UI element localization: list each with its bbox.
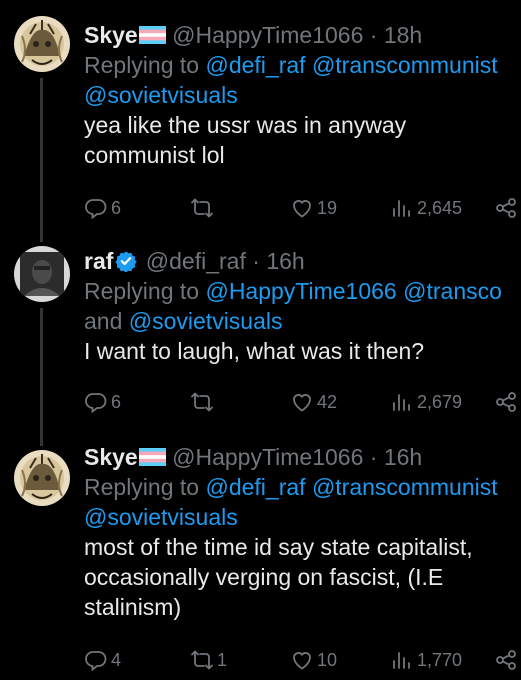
tweet-1[interactable]: Skye @HappyTime1066 · 18h Replying to @d… bbox=[0, 0, 521, 228]
share-icon bbox=[494, 196, 518, 220]
reply-button[interactable]: 4 bbox=[84, 646, 121, 674]
reply-icon bbox=[84, 648, 108, 672]
dot-separator: · bbox=[369, 444, 378, 470]
share-icon bbox=[494, 390, 518, 414]
mention-link[interactable]: @HappyTime1066 bbox=[205, 278, 396, 304]
heart-icon bbox=[290, 390, 314, 414]
mention-link[interactable]: @transco bbox=[403, 278, 502, 304]
repost-icon bbox=[190, 196, 214, 220]
thread-line bbox=[40, 78, 43, 228]
author-name[interactable]: Skye bbox=[84, 444, 138, 470]
tweet-text-line: communist lol bbox=[84, 142, 225, 168]
like-button[interactable]: 42 bbox=[290, 388, 337, 416]
tweet-text: I want to laugh, what was it then? bbox=[84, 336, 521, 366]
avatar[interactable] bbox=[14, 450, 70, 506]
tweet-2[interactable]: raf @defi_raf · 16h Replying to @HappyTi… bbox=[0, 228, 521, 434]
heart-icon bbox=[290, 648, 314, 672]
like-button[interactable]: 10 bbox=[290, 646, 337, 674]
tweet-3[interactable]: Skye @HappyTime1066 · 16h Replying to @d… bbox=[0, 434, 521, 680]
repost-icon bbox=[190, 390, 214, 414]
mention-link[interactable]: @defi_raf bbox=[205, 52, 305, 78]
tweet-text-line: occasionally verging on fascist, (I.E bbox=[84, 564, 444, 590]
tweet-text: yea like the ussr was in anyway communis… bbox=[84, 110, 521, 170]
views-button[interactable]: 2,679 bbox=[390, 388, 462, 416]
replying-to-label: Replying to bbox=[84, 474, 200, 500]
tweet-text: most of the time id say state capitalist… bbox=[84, 532, 521, 622]
mention-link[interactable]: @transcommunist bbox=[312, 52, 498, 78]
tweet-text-line: yea like the ussr was in anyway bbox=[84, 112, 407, 138]
avatar[interactable] bbox=[14, 16, 70, 72]
replying-to: Replying to @defi_raf @transcommunist bbox=[84, 50, 521, 80]
dot-separator: · bbox=[369, 22, 378, 48]
thread-line bbox=[40, 228, 43, 242]
author-name[interactable]: Skye bbox=[84, 22, 138, 48]
share-button[interactable] bbox=[494, 388, 518, 416]
avatar[interactable] bbox=[14, 246, 70, 302]
like-count: 19 bbox=[317, 197, 338, 218]
timestamp[interactable]: 16h bbox=[266, 248, 304, 274]
author-name[interactable]: raf bbox=[84, 248, 113, 274]
replying-to-label: Replying to bbox=[84, 278, 200, 304]
share-button[interactable] bbox=[494, 194, 518, 222]
repost-button[interactable]: 1 bbox=[190, 646, 227, 674]
views-icon bbox=[390, 196, 414, 220]
action-bar: 4 1 10 1,770 bbox=[84, 646, 521, 674]
author-handle[interactable]: @HappyTime1066 bbox=[172, 22, 363, 48]
reply-count: 6 bbox=[111, 391, 122, 412]
replying-to-and: and bbox=[84, 308, 123, 334]
repost-button[interactable] bbox=[190, 194, 217, 222]
reply-count: 4 bbox=[111, 649, 122, 670]
repost-button[interactable] bbox=[190, 388, 217, 416]
views-icon bbox=[390, 390, 414, 414]
dot-separator: · bbox=[252, 248, 260, 274]
mention-link[interactable]: @sovietvisuals bbox=[84, 504, 238, 530]
like-count: 10 bbox=[317, 649, 338, 670]
author-handle[interactable]: @HappyTime1066 bbox=[172, 444, 363, 470]
views-button[interactable]: 2,645 bbox=[390, 194, 462, 222]
reply-button[interactable]: 6 bbox=[84, 194, 121, 222]
repost-icon bbox=[190, 648, 214, 672]
repost-count: 1 bbox=[217, 649, 228, 670]
timestamp[interactable]: 16h bbox=[384, 444, 422, 470]
views-button[interactable]: 1,770 bbox=[390, 646, 462, 674]
heart-icon bbox=[290, 196, 314, 220]
mention-link[interactable]: @sovietvisuals bbox=[84, 82, 238, 108]
replying-to: Replying to @HappyTime1066 @transco bbox=[84, 276, 521, 306]
timestamp[interactable]: 18h bbox=[384, 22, 422, 48]
verified-badge-icon bbox=[115, 250, 137, 272]
views-icon bbox=[390, 648, 414, 672]
reply-count: 6 bbox=[111, 197, 122, 218]
reply-icon bbox=[84, 390, 108, 414]
views-count: 1,770 bbox=[417, 649, 463, 670]
mention-link[interactable]: @sovietvisuals bbox=[129, 308, 283, 334]
views-count: 2,645 bbox=[417, 197, 463, 218]
reply-icon bbox=[84, 196, 108, 220]
thread-line bbox=[40, 308, 43, 434]
tweet-text-line: most of the time id say state capitalist… bbox=[84, 534, 473, 560]
share-button[interactable] bbox=[494, 646, 518, 674]
replying-to-label: Replying to bbox=[84, 52, 200, 78]
mention-link[interactable]: @defi_raf bbox=[205, 474, 305, 500]
like-button[interactable]: 19 bbox=[290, 194, 337, 222]
views-count: 2,679 bbox=[417, 391, 463, 412]
action-bar: 6 42 2,679 bbox=[84, 388, 521, 416]
mention-link[interactable]: @transcommunist bbox=[312, 474, 498, 500]
reply-button[interactable]: 6 bbox=[84, 388, 121, 416]
share-icon bbox=[494, 648, 518, 672]
thread-line bbox=[40, 434, 43, 446]
like-count: 42 bbox=[317, 391, 338, 412]
trans-flag-icon bbox=[139, 448, 166, 466]
tweet-text-line: I want to laugh, what was it then? bbox=[84, 338, 425, 364]
replying-to: Replying to @defi_raf @transcommunist bbox=[84, 472, 521, 502]
trans-flag-icon bbox=[139, 26, 166, 44]
tweet-text-line: stalinism) bbox=[84, 594, 182, 620]
action-bar: 6 19 2,645 bbox=[84, 194, 521, 222]
author-handle[interactable]: @defi_raf bbox=[146, 248, 246, 274]
